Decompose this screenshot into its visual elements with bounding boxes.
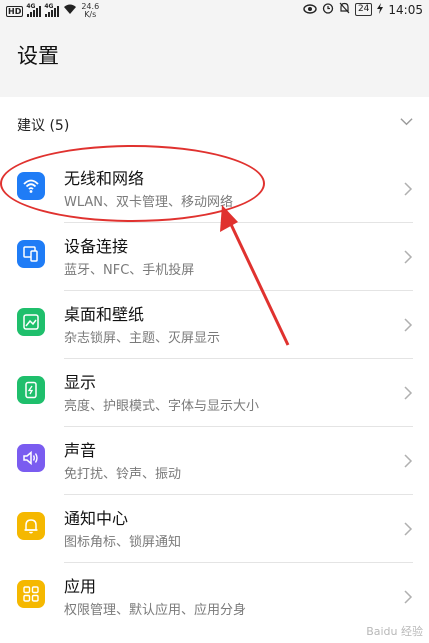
status-bar-left: HD 4G 4G 24.6 K/s [6, 3, 99, 19]
settings-item-title: 设备连接 [64, 237, 129, 256]
settings-item-notification-center[interactable]: 通知中心 图标角标、锁屏通知 [0, 495, 429, 563]
charging-icon [377, 2, 384, 17]
wifi-status-icon [63, 4, 77, 18]
settings-item-title: 通知中心 [64, 509, 129, 528]
alarm-icon [322, 2, 334, 17]
network-type-label: 4G [26, 2, 36, 10]
display-icon [17, 376, 45, 404]
chevron-right-icon [404, 522, 413, 536]
annotation-highlight-ellipse [0, 145, 265, 222]
eye-comfort-icon [303, 3, 317, 17]
settings-item-title: 显示 [64, 373, 97, 392]
apps-icon [17, 580, 45, 608]
chevron-right-icon [404, 454, 413, 468]
device-connection-icon [17, 240, 45, 268]
network-type-label: 4G [44, 2, 54, 10]
battery-icon: 24 [354, 3, 373, 16]
settings-item-title: 声音 [64, 441, 97, 460]
suggestions-label[interactable]: 建议 (5) [17, 115, 69, 135]
chevron-right-icon [404, 386, 413, 400]
page-title: 设置 [17, 44, 59, 68]
settings-item-subtitle: 免打扰、铃声、振动 [64, 467, 182, 482]
signal-strength-icon: 4G [44, 2, 60, 17]
status-bar-right: 24 14:05 [303, 2, 423, 17]
settings-item-subtitle: 权限管理、默认应用、应用分身 [64, 603, 247, 618]
settings-item-sound[interactable]: 声音 免打扰、铃声、振动 [0, 427, 429, 495]
settings-item-title: 桌面和壁纸 [64, 305, 145, 324]
clock: 14:05 [388, 2, 423, 17]
settings-item-subtitle: 杂志锁屏、主题、灭屏显示 [64, 331, 221, 346]
settings-item-subtitle: 亮度、护眼模式、字体与显示大小 [64, 399, 260, 414]
sound-icon [17, 444, 45, 472]
settings-item-subtitle: 图标角标、锁屏通知 [64, 535, 182, 550]
notification-icon [17, 512, 45, 540]
settings-item-display[interactable]: 显示 亮度、护眼模式、字体与显示大小 [0, 359, 429, 427]
signal-strength-icon: 4G [26, 2, 42, 17]
chevron-right-icon [404, 182, 413, 196]
silent-mode-icon [339, 2, 350, 17]
settings-item-apps[interactable]: 应用 权限管理、默认应用、应用分身 [0, 563, 429, 631]
chevron-right-icon [404, 590, 413, 604]
network-speed-unit: K/s [84, 10, 97, 19]
settings-item-subtitle: 蓝牙、NFC、手机投屏 [64, 263, 195, 278]
wallpaper-icon [17, 308, 45, 336]
watermark: Baidu 经验 [366, 625, 423, 638]
settings-item-home-wallpaper[interactable]: 桌面和壁纸 杂志锁屏、主题、灭屏显示 [0, 291, 429, 359]
hd-voice-icon: HD [6, 5, 24, 17]
status-bar: HD 4G 4G 24.6 K/s 24 14:05 [0, 0, 429, 22]
settings-item-device-connection[interactable]: 设备连接 蓝牙、NFC、手机投屏 [0, 223, 429, 291]
chevron-down-icon[interactable] [400, 115, 413, 128]
network-speed: 24.6 K/s [81, 3, 99, 19]
settings-item-title: 应用 [64, 577, 97, 596]
chevron-right-icon [404, 318, 413, 332]
chevron-right-icon [404, 250, 413, 264]
